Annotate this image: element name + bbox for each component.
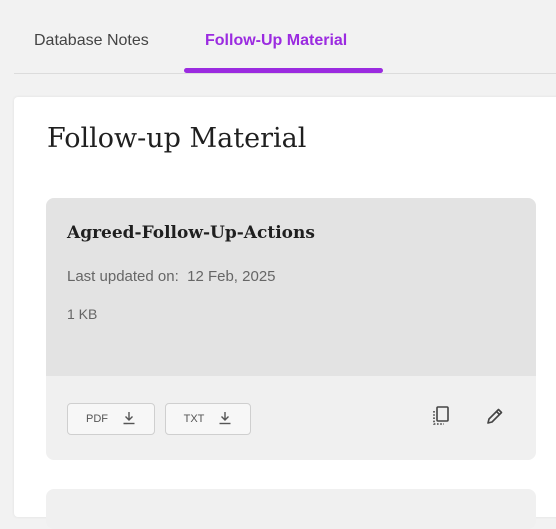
- pencil-icon: [485, 406, 505, 431]
- file-size: 1 KB: [67, 306, 98, 322]
- material-card: Agreed-Follow-Up-Actions Last updated on…: [46, 198, 536, 460]
- next-material-card: [46, 489, 536, 529]
- page-title: Follow-up Material: [47, 123, 307, 154]
- active-tab-indicator: [184, 68, 383, 73]
- last-updated: Last updated on: 12 Feb, 2025: [67, 268, 276, 285]
- follow-up-panel: Follow-up Material Agreed-Follow-Up-Acti…: [14, 97, 556, 529]
- material-name: Agreed-Follow-Up-Actions: [67, 223, 315, 243]
- tab-bar: Database Notes Follow-Up Material: [14, 0, 556, 74]
- copy-icon: [431, 405, 451, 432]
- tab-follow-up-material[interactable]: Follow-Up Material: [205, 32, 347, 50]
- card-header: Agreed-Follow-Up-Actions Last updated on…: [46, 198, 536, 376]
- download-txt-button[interactable]: TXT: [165, 403, 251, 435]
- download-pdf-button[interactable]: PDF: [67, 403, 155, 435]
- tab-database-notes[interactable]: Database Notes: [34, 32, 149, 50]
- download-icon: [218, 411, 232, 428]
- download-txt-label: TXT: [183, 413, 205, 425]
- last-updated-label: Last updated on:: [67, 268, 179, 285]
- download-icon: [122, 411, 136, 428]
- download-pdf-label: PDF: [86, 413, 108, 425]
- last-updated-date: 12 Feb, 2025: [187, 268, 276, 285]
- copy-button[interactable]: [427, 404, 455, 432]
- edit-button[interactable]: [481, 404, 509, 432]
